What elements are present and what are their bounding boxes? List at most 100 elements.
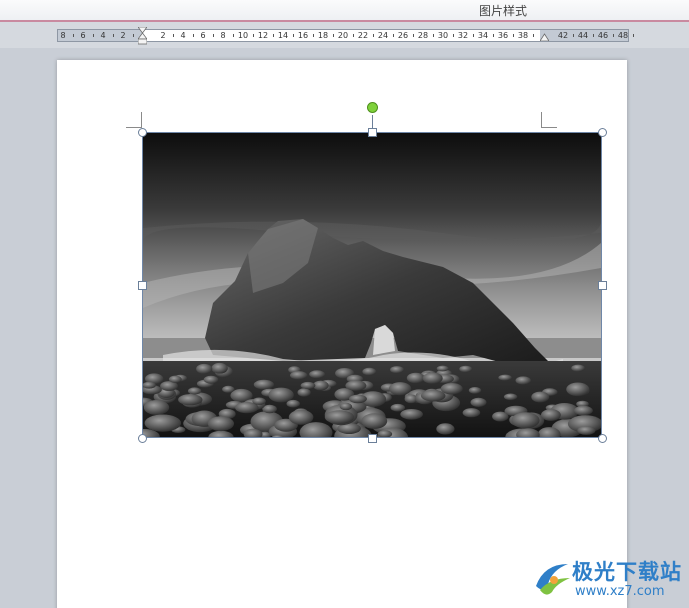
beach-stone [511, 412, 540, 429]
ruler-tick [633, 34, 634, 37]
beach-stone [178, 394, 203, 406]
ruler-label: 4 [100, 31, 106, 40]
beach-stone [144, 414, 181, 432]
ruler-tick [333, 34, 334, 37]
ruler-label: 32 [457, 31, 469, 40]
resize-handle-bottom[interactable] [368, 434, 377, 443]
resize-handle-top-right[interactable] [598, 128, 607, 137]
ruler-tick [613, 34, 614, 37]
ruler-label: 2 [160, 31, 166, 40]
ruler-label: 4 [180, 31, 186, 40]
ruler-label: 36 [497, 31, 509, 40]
ruler-tick [113, 34, 114, 37]
aurora-logo-icon [536, 564, 570, 595]
ruler-tick [413, 34, 414, 37]
beach-stone [297, 388, 311, 397]
ruler-tick [193, 34, 194, 37]
beach-stone [571, 364, 585, 372]
ruler-tick [273, 34, 274, 37]
margin-corner-top-right [541, 112, 557, 128]
ruler-tick [353, 34, 354, 37]
ruler-label: 42 [557, 31, 569, 40]
beach-stone [470, 397, 487, 407]
ruler-label: 16 [297, 31, 309, 40]
ruler-tick [393, 34, 394, 37]
resize-handle-right[interactable] [598, 281, 607, 290]
ruler-tick [293, 34, 294, 37]
selected-image[interactable] [142, 132, 602, 438]
ruler-tick [73, 34, 74, 37]
ruler-tick [233, 34, 234, 37]
document-canvas[interactable] [0, 48, 689, 608]
beach-stone [515, 376, 531, 385]
horizontal-ruler[interactable]: 8 6 4 2 2 4 6 8 10 12 14 16 18 20 22 24 26 28 30 32 34 36 38 42… [57, 27, 634, 45]
resize-handle-bottom-left[interactable] [138, 434, 147, 443]
resize-handle-top-left[interactable] [138, 128, 147, 137]
ruler-label: 8 [60, 31, 66, 40]
beach-stone [390, 403, 405, 412]
resize-handle-top[interactable] [368, 128, 377, 137]
beach-stone [498, 374, 512, 381]
beach-stone [286, 399, 300, 408]
margin-corner-top-left [126, 112, 142, 128]
beach-stone [440, 383, 463, 395]
beach-stone [252, 397, 266, 405]
ruler-label: 34 [477, 31, 489, 40]
ruler-tick [473, 34, 474, 37]
watermark-title: 极光下载站 [572, 560, 682, 584]
beach-stone [253, 379, 274, 390]
ruler-tick [373, 34, 374, 37]
resize-handle-bottom-right[interactable] [598, 434, 607, 443]
beach-stone [566, 382, 590, 397]
beach-stone [348, 394, 367, 404]
right-indent-marker[interactable] [540, 32, 549, 41]
left-indent-marker[interactable] [138, 27, 147, 45]
ruler-label: 30 [437, 31, 449, 40]
ruler-label: 6 [80, 31, 86, 40]
document-page[interactable] [57, 60, 627, 608]
beach-stone [462, 408, 481, 418]
ruler-label: 10 [237, 31, 249, 40]
ribbon-strip: 图片样式 [0, 0, 689, 22]
beach-stone [389, 382, 412, 396]
beach-stone [345, 380, 367, 391]
ruler-label: 44 [577, 31, 589, 40]
beach-stone [196, 363, 213, 374]
ruler-label: 6 [200, 31, 206, 40]
beach-stone [339, 402, 353, 411]
ruler-tick [593, 34, 594, 37]
ruler-tick [573, 34, 574, 37]
ruler-label: 2 [120, 31, 126, 40]
rotate-handle[interactable] [367, 102, 378, 113]
beach-stone [187, 387, 202, 395]
resize-handle-left[interactable] [138, 281, 147, 290]
ruler-tick [313, 34, 314, 37]
beach-stone [531, 391, 550, 403]
beach-stone [362, 367, 377, 376]
ruler-label: 12 [257, 31, 269, 40]
ruler-label: 46 [597, 31, 609, 40]
ruler-tick [253, 34, 254, 37]
beach-stone [503, 393, 518, 401]
ruler-label: 24 [377, 31, 389, 40]
rock-arch-photo [143, 133, 601, 437]
beach-stone [400, 409, 423, 420]
beach-stone [300, 381, 316, 390]
ruler-label: 18 [317, 31, 329, 40]
beach-stone [361, 413, 388, 429]
beach-stone [436, 365, 449, 372]
beach-stone [268, 387, 294, 403]
beach-stone [422, 372, 443, 384]
ruler-label: 8 [220, 31, 226, 40]
tab-picture-style[interactable]: 图片样式 [470, 2, 536, 20]
ruler-label: 22 [357, 31, 369, 40]
beach-stone [168, 375, 182, 383]
ruler-label: 26 [397, 31, 409, 40]
beach-stone [492, 411, 509, 422]
ruler-area: 8 6 4 2 2 4 6 8 10 12 14 16 18 20 22 24 26 28 30 32 34 36 38 42… [0, 22, 689, 48]
ruler-tick [93, 34, 94, 37]
beach-stone [222, 385, 235, 393]
beach-stone [324, 410, 354, 424]
ruler-tick [133, 34, 134, 37]
beach-stone [390, 366, 404, 374]
